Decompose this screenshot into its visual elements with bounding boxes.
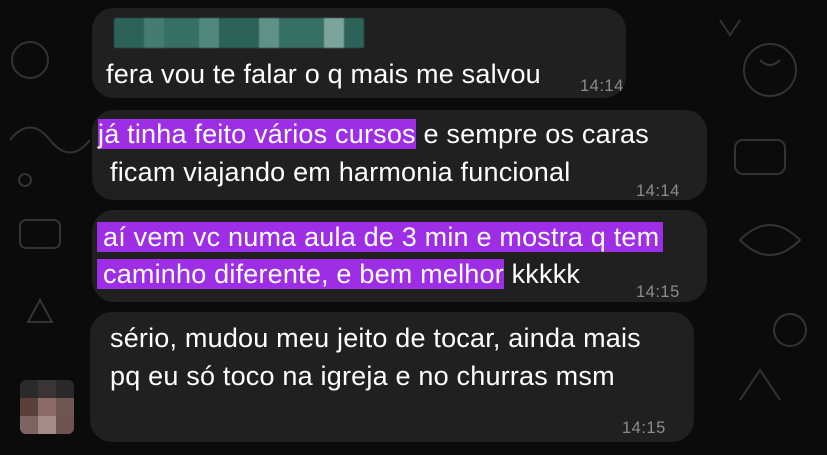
- message-bubble-2[interactable]: já tinha feito vários cursos e sempre os…: [92, 110, 707, 200]
- message-timestamp: 14:14: [636, 182, 680, 200]
- message-timestamp: 14:14: [580, 77, 624, 95]
- message-bubble-1[interactable]: fera vou te falar o q mais me salvou 14:…: [92, 8, 626, 98]
- highlighted-text: aí vem vc numa aula de 3 min e mostra q …: [97, 222, 664, 252]
- message-bubble-3[interactable]: aí vem vc numa aula de 3 min e mostra q …: [92, 210, 707, 302]
- message-line-2: pq eu só toco na igreja e no churras msm: [110, 361, 615, 391]
- message-text: fera vou te falar o q mais me salvou: [106, 59, 541, 89]
- message-line-1: já tinha feito vários cursos e sempre os…: [98, 119, 649, 149]
- message-timestamp: 14:15: [622, 419, 666, 437]
- highlighted-text: caminho diferente, e bem melhor: [97, 259, 504, 289]
- message-line-1: sério, mudou meu jeito de tocar, ainda m…: [110, 323, 641, 353]
- message-line-2: ficam viajando em harmonia funcional: [110, 157, 571, 187]
- message-line-2: caminho diferente, e bem melhor kkkkk: [97, 256, 580, 293]
- highlighted-text: já tinha feito vários cursos: [98, 119, 416, 149]
- blurred-sender-name: [114, 18, 364, 48]
- blurred-avatar[interactable]: [20, 380, 74, 434]
- message-timestamp: 14:15: [636, 283, 680, 301]
- message-line-1: aí vem vc numa aula de 3 min e mostra q …: [97, 219, 664, 256]
- message-bubble-4[interactable]: sério, mudou meu jeito de tocar, ainda m…: [90, 312, 694, 442]
